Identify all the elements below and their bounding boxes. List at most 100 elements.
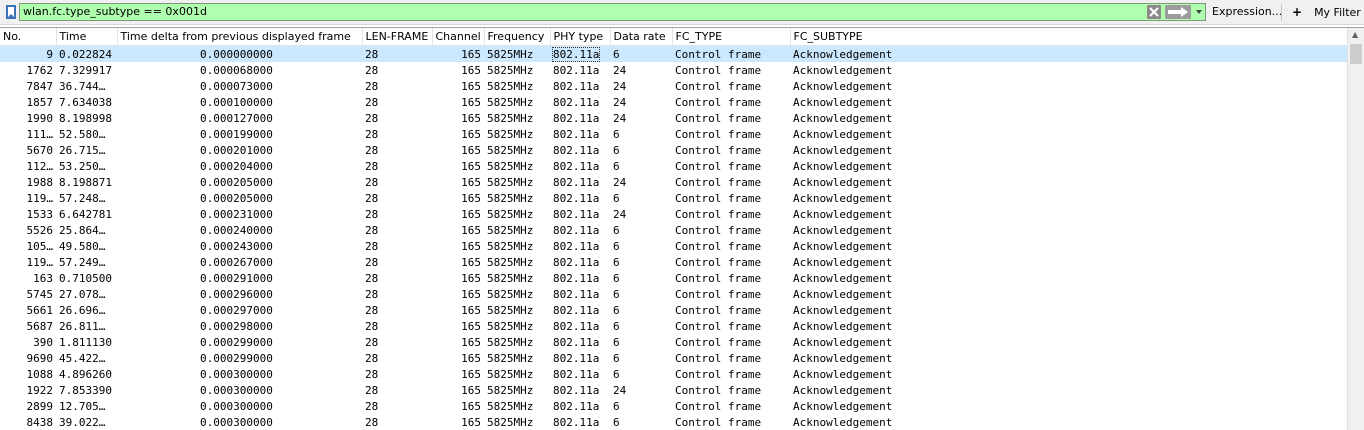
column-header-label: Channel: [436, 30, 481, 43]
add-filter-button-icon[interactable]: +: [1292, 5, 1302, 19]
packet-row[interactable]: 15336.6427810.000231000281655825MHz802.1…: [0, 206, 1347, 222]
filter-history-dropdown-icon[interactable]: [1193, 5, 1205, 19]
scroll-up-arrow-icon[interactable]: ▲: [1352, 30, 1358, 39]
cell-data-rate: 6: [610, 286, 672, 302]
cell-fc-subtype: Acknowledgement: [790, 366, 1347, 382]
cell-channel: 165: [432, 270, 484, 286]
cell-no: 9690: [0, 350, 56, 366]
packet-row[interactable]: 19908.1989980.000127000281655825MHz802.1…: [0, 110, 1347, 126]
cell-time-delta: 0.000205000: [117, 174, 362, 190]
cell-no: 7847: [0, 78, 56, 94]
cell-time-delta: 0.000296000: [117, 286, 362, 302]
column-header-fc-type[interactable]: FC_TYPE: [672, 28, 790, 46]
scrollbar-thumb[interactable]: [1350, 44, 1362, 64]
display-filter-input[interactable]: wlan.fc.type_subtype == 0x001d: [19, 3, 1206, 21]
packet-row[interactable]: 19888.1988710.000205000281655825MHz802.1…: [0, 174, 1347, 190]
column-header-no[interactable]: No.: [0, 28, 56, 46]
packet-row[interactable]: 1630.7105000.000291000281655825MHz802.11…: [0, 270, 1347, 286]
cell-len-frame: 28: [362, 318, 432, 334]
cell-no: 119…: [0, 190, 56, 206]
cell-channel: 165: [432, 334, 484, 350]
packet-row[interactable]: 17627.3299170.000068000281655825MHz802.1…: [0, 62, 1347, 78]
packet-row[interactable]: 289912.705…0.000300000281655825MHz802.11…: [0, 398, 1347, 414]
cell-time: 26.696…: [56, 302, 117, 318]
cell-time: 39.022…: [56, 414, 117, 430]
cell-fc-type: Control frame: [672, 254, 790, 270]
cell-no: 8438: [0, 414, 56, 430]
cell-fc-type: Control frame: [672, 158, 790, 174]
cell-data-rate: 24: [610, 382, 672, 398]
cell-time-delta: 0.000291000: [117, 270, 362, 286]
column-header-data-rate[interactable]: Data rate: [610, 28, 672, 46]
cell-len-frame: 28: [362, 382, 432, 398]
packet-list-body: 90.0228240.000000000281655825MHz802.11a6…: [0, 46, 1347, 430]
column-header-phy-type[interactable]: PHY type: [550, 28, 610, 46]
packet-row[interactable]: 574527.078…0.000296000281655825MHz802.11…: [0, 286, 1347, 302]
packet-row[interactable]: 19227.8533900.000300000281655825MHz802.1…: [0, 382, 1347, 398]
packet-row[interactable]: 784736.744…0.000073000281655825MHz802.11…: [0, 78, 1347, 94]
cell-frequency: 5825MHz: [484, 302, 550, 318]
packet-row[interactable]: 18577.6340380.000100000281655825MHz802.1…: [0, 94, 1347, 110]
cell-data-rate: 6: [610, 238, 672, 254]
packet-row[interactable]: 969045.422…0.000299000281655825MHz802.11…: [0, 350, 1347, 366]
cell-phy-type: 802.11a: [550, 190, 610, 206]
apply-filter-arrow-icon[interactable]: [1165, 5, 1191, 19]
column-header-fc-subtype[interactable]: FC_SUBTYPE: [790, 28, 1347, 46]
cell-channel: 165: [432, 94, 484, 110]
packet-row[interactable]: 112…53.250…0.000204000281655825MHz802.11…: [0, 158, 1347, 174]
cell-channel: 165: [432, 190, 484, 206]
cell-frequency: 5825MHz: [484, 126, 550, 142]
toolbar-separator: [1281, 4, 1282, 21]
cell-frequency: 5825MHz: [484, 382, 550, 398]
cell-phy-type: 802.11a: [550, 254, 610, 270]
cell-len-frame: 28: [362, 238, 432, 254]
cell-frequency: 5825MHz: [484, 398, 550, 414]
cell-len-frame: 28: [362, 206, 432, 222]
my-filter-button[interactable]: +My Filter: [1292, 5, 1361, 19]
cell-frequency: 5825MHz: [484, 174, 550, 190]
packet-row[interactable]: 566126.696…0.000297000281655825MHz802.11…: [0, 302, 1347, 318]
bookmark-icon[interactable]: [3, 4, 19, 20]
packet-row[interactable]: 568726.811…0.000298000281655825MHz802.11…: [0, 318, 1347, 334]
column-header-channel[interactable]: Channel: [432, 28, 484, 46]
column-header-label: PHY type: [554, 30, 604, 43]
cell-len-frame: 28: [362, 398, 432, 414]
packet-row[interactable]: 119…57.249…0.000267000281655825MHz802.11…: [0, 254, 1347, 270]
packet-row[interactable]: 843839.022…0.000300000281655825MHz802.11…: [0, 414, 1347, 430]
cell-no: 5745: [0, 286, 56, 302]
packet-row[interactable]: 105…49.580…0.000243000281655825MHz802.11…: [0, 238, 1347, 254]
cell-frequency: 5825MHz: [484, 286, 550, 302]
packet-row[interactable]: 3901.8111300.000299000281655825MHz802.11…: [0, 334, 1347, 350]
cell-channel: 165: [432, 62, 484, 78]
cell-fc-type: Control frame: [672, 270, 790, 286]
clear-filter-icon[interactable]: [1147, 5, 1161, 19]
cell-phy-type: 802.11a: [550, 62, 610, 78]
packet-row[interactable]: 111…52.580…0.000199000281655825MHz802.11…: [0, 126, 1347, 142]
expression-button[interactable]: Expression...: [1212, 5, 1282, 18]
cell-channel: 165: [432, 382, 484, 398]
cell-channel: 165: [432, 414, 484, 430]
cell-channel: 165: [432, 302, 484, 318]
packet-row[interactable]: 567026.715…0.000201000281655825MHz802.11…: [0, 142, 1347, 158]
cell-time-delta: 0.000300000: [117, 398, 362, 414]
cell-time-delta: 0.000300000: [117, 414, 362, 430]
cell-fc-subtype: Acknowledgement: [790, 78, 1347, 94]
packet-row[interactable]: 552625.864…0.000240000281655825MHz802.11…: [0, 222, 1347, 238]
packet-row[interactable]: 119…57.248…0.000205000281655825MHz802.11…: [0, 190, 1347, 206]
cell-time: 7.853390: [56, 382, 117, 398]
cell-phy-type: 802.11a: [550, 94, 610, 110]
cell-time-delta: 0.000205000: [117, 190, 362, 206]
cell-len-frame: 28: [362, 142, 432, 158]
column-header-frequency[interactable]: Frequency: [484, 28, 550, 46]
cell-time: 6.642781: [56, 206, 117, 222]
packet-row[interactable]: 10884.8962600.000300000281655825MHz802.1…: [0, 366, 1347, 382]
packet-row[interactable]: 90.0228240.000000000281655825MHz802.11a6…: [0, 46, 1347, 63]
column-header-len-frame[interactable]: LEN-FRAME: [362, 28, 432, 46]
vertical-scrollbar[interactable]: ▲: [1347, 28, 1364, 430]
cell-phy-type: 802.11a: [550, 78, 610, 94]
column-header-time-delta[interactable]: Time delta from previous displayed frame…: [117, 28, 362, 46]
cell-fc-type: Control frame: [672, 222, 790, 238]
cell-len-frame: 28: [362, 222, 432, 238]
cell-data-rate: 6: [610, 126, 672, 142]
column-header-time[interactable]: Time: [56, 28, 117, 46]
